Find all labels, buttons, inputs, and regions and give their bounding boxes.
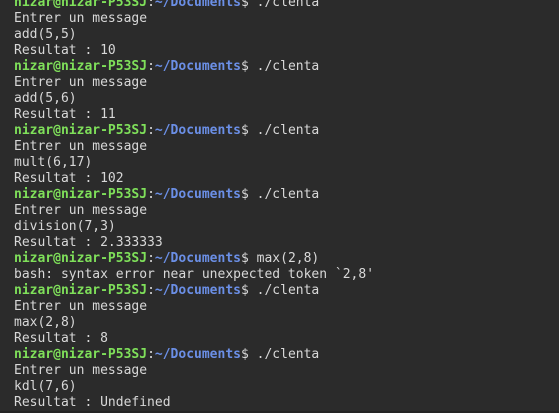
output-line: bash: syntax error near unexpected token… bbox=[14, 267, 375, 282]
prompt-user-host: nizar@nizar-P53SJ bbox=[14, 59, 148, 74]
output-line: add(5,5) bbox=[14, 27, 77, 42]
prompt-line: nizar@nizar-P53SJ:~/Documents$ ./clenta bbox=[14, 187, 374, 203]
prompt-colon: : bbox=[147, 0, 155, 10]
prompt-path: ~/Documents bbox=[154, 0, 241, 10]
prompt-line: nizar@nizar-P53SJ:~/Documents$ max(2,8) bbox=[14, 251, 374, 267]
prompt-colon: : bbox=[147, 59, 155, 74]
prompt-dollar: $ bbox=[240, 59, 257, 74]
prompt-colon: : bbox=[147, 347, 155, 362]
output-line: Resultat : 102 bbox=[14, 171, 124, 186]
output-line: Resultat : Undefined bbox=[14, 395, 171, 410]
prompt-path: ~/Documents bbox=[154, 347, 241, 362]
prompt-line: nizar@nizar-P53SJ:~/Documents$ ./clenta bbox=[14, 123, 374, 139]
output-line: add(5,6) bbox=[14, 91, 77, 106]
prompt-user-host: nizar@nizar-P53SJ bbox=[14, 283, 148, 298]
command-text: ./clenta bbox=[256, 0, 320, 10]
output-line: Entrer un message bbox=[14, 11, 148, 26]
output-line: Resultat : 10 bbox=[14, 43, 116, 58]
output-line: division(7,3) bbox=[14, 219, 116, 234]
command-text: ./clenta bbox=[256, 59, 320, 74]
prompt-path: ~/Documents bbox=[154, 251, 241, 266]
prompt-dollar: $ bbox=[240, 0, 257, 10]
command-text: max(2,8) bbox=[256, 251, 320, 266]
output-line: kdl(7,6) bbox=[14, 379, 77, 394]
prompt-colon: : bbox=[147, 123, 155, 138]
output-line: mult(6,17) bbox=[14, 155, 93, 170]
prompt-user-host: nizar@nizar-P53SJ bbox=[14, 123, 148, 138]
terminal-output: nizar@nizar-P53SJ:~/Documents$ ./clenta E… bbox=[14, 0, 374, 411]
terminal-window[interactable]: nizar@nizar-P53SJ:~/Documents$ ./clenta E… bbox=[0, 0, 559, 413]
prompt-colon: : bbox=[147, 251, 155, 266]
prompt-colon: : bbox=[147, 187, 155, 202]
prompt-line: nizar@nizar-P53SJ:~/Documents$ ./clenta bbox=[14, 59, 374, 75]
output-line: Resultat : 2.333333 bbox=[14, 235, 163, 250]
prompt-line: nizar@nizar-P53SJ:~/Documents$ ./clenta bbox=[14, 347, 374, 363]
command-text: ./clenta bbox=[256, 347, 320, 362]
prompt-dollar: $ bbox=[240, 187, 257, 202]
prompt-user-host: nizar@nizar-P53SJ bbox=[14, 0, 148, 10]
prompt-path: ~/Documents bbox=[154, 59, 241, 74]
prompt-dollar: $ bbox=[240, 283, 257, 298]
prompt-dollar: $ bbox=[240, 123, 257, 138]
command-text: ./clenta bbox=[256, 187, 320, 202]
output-line: Entrer un message bbox=[14, 203, 148, 218]
prompt-colon: : bbox=[147, 283, 155, 298]
prompt-user-host: nizar@nizar-P53SJ bbox=[14, 347, 148, 362]
prompt-dollar: $ bbox=[240, 347, 257, 362]
output-line: Entrer un message bbox=[14, 363, 148, 378]
command-text: ./clenta bbox=[256, 123, 320, 138]
prompt-line: nizar@nizar-P53SJ:~/Documents$ ./clenta bbox=[14, 283, 374, 299]
command-text: ./clenta bbox=[256, 283, 320, 298]
output-line: Resultat : 11 bbox=[14, 107, 116, 122]
output-line: Entrer un message bbox=[14, 75, 148, 90]
output-line: Entrer un message bbox=[14, 299, 148, 314]
output-line: Entrer un message bbox=[14, 139, 148, 154]
prompt-path: ~/Documents bbox=[154, 187, 241, 202]
output-line: Resultat : 8 bbox=[14, 331, 108, 346]
prompt-user-host: nizar@nizar-P53SJ bbox=[14, 187, 148, 202]
prompt-line: nizar@nizar-P53SJ:~/Documents$ ./clenta bbox=[14, 0, 374, 11]
output-line: max(2,8) bbox=[14, 315, 77, 330]
prompt-path: ~/Documents bbox=[154, 283, 241, 298]
prompt-dollar: $ bbox=[240, 251, 257, 266]
prompt-user-host: nizar@nizar-P53SJ bbox=[14, 251, 148, 266]
prompt-path: ~/Documents bbox=[154, 123, 241, 138]
